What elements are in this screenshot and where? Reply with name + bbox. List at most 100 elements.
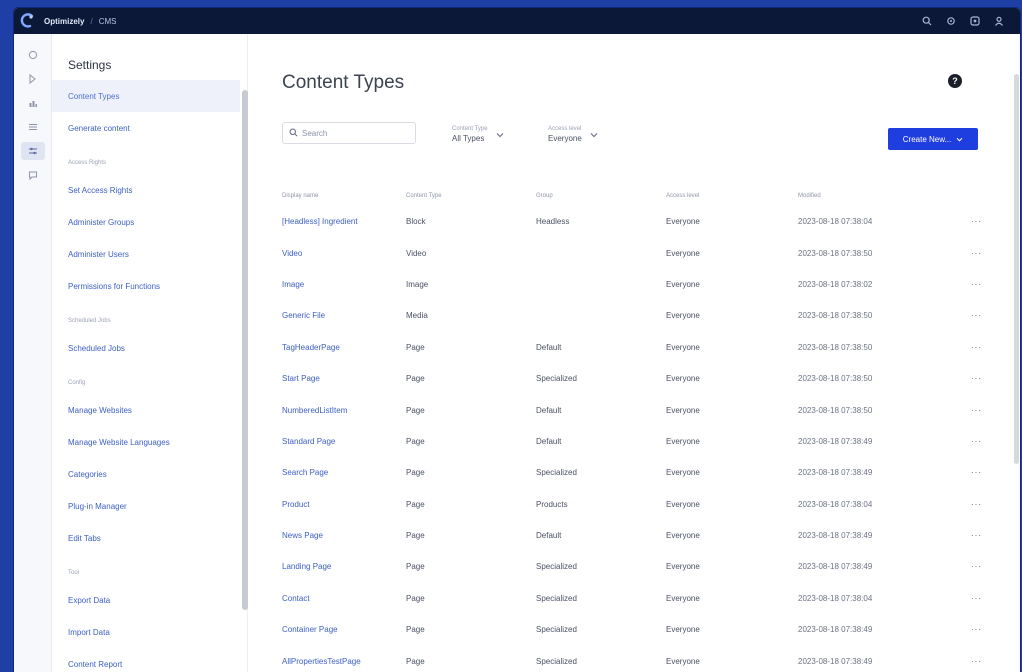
- cell-modified: 2023-08-18 07:38:49: [798, 625, 873, 635]
- table-row[interactable]: Search Page Page Specialized Everyone 2023-0…: [282, 457, 982, 488]
- reports-icon[interactable]: [21, 94, 45, 112]
- nav-item-categories[interactable]: Categories: [52, 458, 240, 490]
- cell-display-name[interactable]: Generic File: [282, 311, 406, 320]
- table-row[interactable]: AllPropertiesTestPage Page Specialized Ever…: [282, 645, 982, 672]
- more-options-icon[interactable]: ···: [948, 437, 982, 446]
- more-options-icon[interactable]: ···: [948, 311, 982, 320]
- cell-display-name[interactable]: Image: [282, 280, 406, 289]
- cell-display-name[interactable]: TagHeaderPage: [282, 343, 406, 352]
- more-options-icon[interactable]: ···: [948, 406, 982, 415]
- column-header-access-level[interactable]: Access level: [666, 193, 798, 199]
- column-header-modified[interactable]: Modified: [798, 193, 948, 199]
- table-row[interactable]: [Headless] Ingredient Block Headless Everyo…: [282, 206, 982, 237]
- nav-item-plug-in-manager[interactable]: Plug-in Manager: [52, 490, 240, 522]
- help-icon[interactable]: [968, 14, 982, 28]
- chat-icon[interactable]: [21, 166, 45, 184]
- more-options-icon[interactable]: ···: [948, 468, 982, 477]
- cell-group: Specialized: [536, 625, 577, 635]
- settings-icon[interactable]: [944, 14, 958, 28]
- optimizely-logo-icon[interactable]: [14, 8, 40, 34]
- nav-item-import-data[interactable]: Import Data: [52, 616, 240, 648]
- table-row[interactable]: Container Page Page Specialized Everyone 202…: [282, 614, 982, 645]
- table-row[interactable]: Start Page Page Specialized Everyone 2023-08…: [282, 363, 982, 394]
- more-options-icon[interactable]: ···: [948, 343, 982, 352]
- cell-group: Default: [536, 531, 562, 541]
- content-type-filter[interactable]: Content Type All Types: [452, 122, 504, 146]
- table-row[interactable]: Landing Page Page Specialized Everyone 2023-…: [282, 551, 982, 582]
- more-options-icon[interactable]: ···: [948, 280, 982, 289]
- cell-content-type: Page: [406, 468, 425, 478]
- cell-display-name[interactable]: Product: [282, 500, 406, 509]
- cell-group: Specialized: [536, 468, 577, 478]
- nav-item-generate-content[interactable]: Generate content: [52, 112, 240, 144]
- table-row[interactable]: Product Page Products Everyone 2023-08-18 07…: [282, 489, 982, 520]
- cell-display-name[interactable]: [Headless] Ingredient: [282, 217, 406, 226]
- cell-display-name[interactable]: Search Page: [282, 468, 406, 477]
- nav-item-manage-websites[interactable]: Manage Websites: [52, 394, 240, 426]
- nav-item-edit-tabs[interactable]: Edit Tabs: [52, 522, 240, 554]
- table-row[interactable]: News Page Page Default Everyone 2023-08-18 0…: [282, 520, 982, 551]
- cell-display-name[interactable]: Start Page: [282, 374, 406, 383]
- cell-display-name[interactable]: Contact: [282, 594, 406, 603]
- nav-item-export-data[interactable]: Export Data: [52, 584, 240, 616]
- nav-item-manage-website-languages[interactable]: Manage Website Languages: [52, 426, 240, 458]
- content-type-filter-value: All Types: [452, 133, 485, 143]
- table-row[interactable]: Contact Page Specialized Everyone 2023-08-18…: [282, 583, 982, 614]
- cell-display-name[interactable]: Landing Page: [282, 562, 406, 571]
- cell-modified: 2023-08-18 07:38:49: [798, 562, 873, 572]
- table-row[interactable]: TagHeaderPage Page Default Everyone 2023-08-…: [282, 332, 982, 363]
- cell-group: Default: [536, 436, 562, 446]
- table-row[interactable]: NumberedListItem Page Default Everyone 2023-…: [282, 394, 982, 425]
- more-options-icon[interactable]: ···: [948, 594, 982, 603]
- more-options-icon[interactable]: ···: [948, 217, 982, 226]
- nav-section-header: Tool: [68, 570, 80, 576]
- help-circle-icon[interactable]: ?: [948, 74, 962, 88]
- cell-display-name[interactable]: AllPropertiesTestPage: [282, 657, 406, 666]
- column-header-group[interactable]: Group: [536, 193, 666, 199]
- cell-display-name[interactable]: Standard Page: [282, 437, 406, 446]
- table-row[interactable]: Generic File Media Everyone 2023-08-18 07:3…: [282, 300, 982, 331]
- main-scrollbar[interactable]: [1014, 74, 1019, 464]
- nav-section-header: Access Rights: [68, 160, 107, 166]
- nav-item-content-report[interactable]: Content Report: [52, 648, 240, 672]
- cell-modified: 2023-08-18 07:38:50: [798, 311, 873, 321]
- cell-modified: 2023-08-18 07:38:49: [798, 468, 873, 478]
- table-row[interactable]: Standard Page Page Default Everyone 2023-08-…: [282, 426, 982, 457]
- cell-content-type: Block: [406, 217, 426, 227]
- dashboard-icon[interactable]: [21, 46, 45, 64]
- search-icon[interactable]: [920, 14, 934, 28]
- column-header-display-name[interactable]: Display name: [282, 193, 406, 199]
- cell-display-name[interactable]: NumberedListItem: [282, 406, 406, 415]
- nav-item-administer-users[interactable]: Administer Users: [52, 238, 240, 270]
- search-input[interactable]: [302, 128, 402, 138]
- user-icon[interactable]: [992, 14, 1006, 28]
- nav-item-scheduled-jobs[interactable]: Scheduled Jobs: [52, 332, 240, 364]
- top-bar: Optimizely / CMS: [14, 8, 1020, 34]
- more-options-icon[interactable]: ···: [948, 374, 982, 383]
- nav-section-header: Scheduled Jobs: [68, 318, 111, 324]
- cell-display-name[interactable]: News Page: [282, 531, 406, 540]
- more-options-icon[interactable]: ···: [948, 562, 982, 571]
- cell-modified: 2023-08-18 07:38:02: [798, 279, 873, 289]
- table-row[interactable]: Video Video Everyone 2023-08-18 07:38:50 ···: [282, 237, 982, 268]
- cell-display-name[interactable]: Video: [282, 249, 406, 258]
- cell-display-name[interactable]: Container Page: [282, 625, 406, 634]
- cell-content-type: Page: [406, 625, 425, 635]
- nav-item-permissions-for-functions[interactable]: Permissions for Functions: [52, 270, 240, 302]
- access-level-filter[interactable]: Access level Everyone: [548, 122, 598, 146]
- more-options-icon[interactable]: ···: [948, 657, 982, 666]
- nav-item-administer-groups[interactable]: Administer Groups: [52, 206, 240, 238]
- table-row[interactable]: Image Image Everyone 2023-08-18 07:38:02 ···: [282, 269, 982, 300]
- visitor-groups-icon[interactable]: [21, 118, 45, 136]
- settings-icon[interactable]: [20, 142, 45, 160]
- nav-item-set-access-rights[interactable]: Set Access Rights: [52, 174, 240, 206]
- more-options-icon[interactable]: ···: [948, 625, 982, 634]
- more-options-icon[interactable]: ···: [948, 531, 982, 540]
- column-header-content-type[interactable]: Content Type: [406, 193, 536, 199]
- nav-item-content-types[interactable]: Content Types: [52, 80, 240, 112]
- more-options-icon[interactable]: ···: [948, 249, 982, 258]
- more-options-icon[interactable]: ···: [948, 500, 982, 509]
- create-new-button[interactable]: Create New...: [888, 128, 978, 150]
- edit-icon[interactable]: [21, 70, 45, 88]
- cell-group: Specialized: [536, 656, 577, 666]
